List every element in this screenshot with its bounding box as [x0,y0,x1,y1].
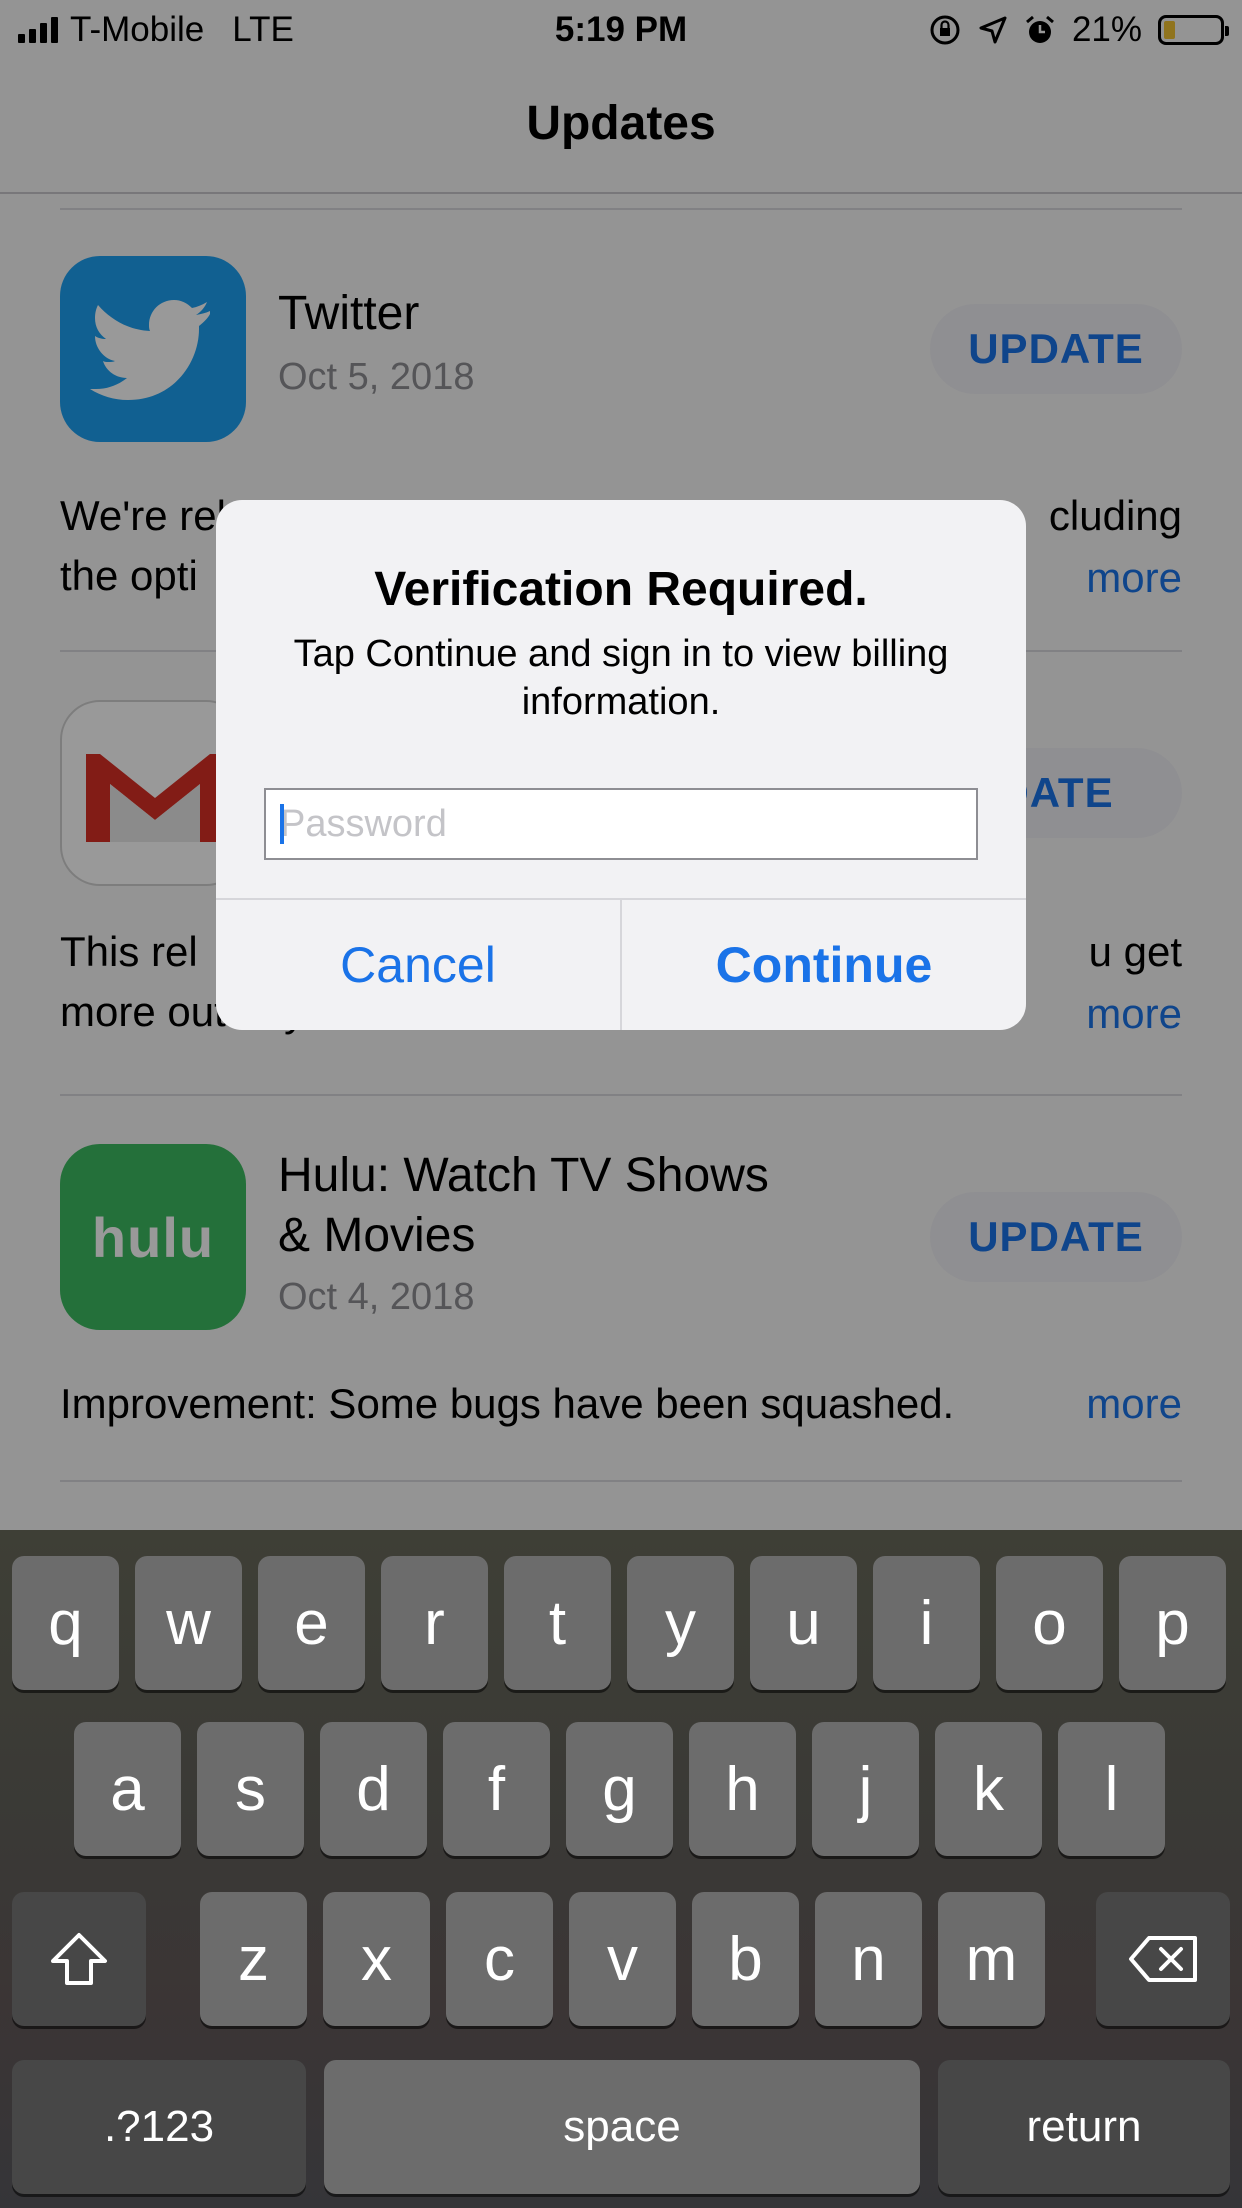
key-b[interactable]: b [692,1892,799,2026]
return-key[interactable]: return [938,2060,1230,2194]
key-q[interactable]: q [12,1556,119,1690]
key-t[interactable]: t [504,1556,611,1690]
shift-arrow-icon [51,1933,107,1985]
key-z[interactable]: z [200,1892,307,2026]
space-key[interactable]: space [324,2060,920,2194]
key-r[interactable]: r [381,1556,488,1690]
alert-title: Verification Required. [374,563,868,616]
key-j[interactable]: j [812,1722,919,1856]
numbers-key[interactable]: .?123 [12,2060,306,2194]
key-g[interactable]: g [566,1722,673,1856]
key-f[interactable]: f [443,1722,550,1856]
text-cursor [280,804,284,844]
key-o[interactable]: o [996,1556,1103,1690]
key-a[interactable]: a [74,1722,181,1856]
continue-button[interactable]: Continue [622,900,1026,1030]
key-m[interactable]: m [938,1892,1045,2026]
key-x[interactable]: x [323,1892,430,2026]
key-d[interactable]: d [320,1722,427,1856]
password-field[interactable] [264,788,978,860]
key-h[interactable]: h [689,1722,796,1856]
delete-key[interactable] [1096,1892,1230,2026]
key-i[interactable]: i [873,1556,980,1690]
key-l[interactable]: l [1058,1722,1165,1856]
key-u[interactable]: u [750,1556,857,1690]
key-p[interactable]: p [1119,1556,1226,1690]
key-y[interactable]: y [627,1556,734,1690]
keyboard: qwertyuiop asdfghjkl zxcvbnm .?123 space… [0,1530,1242,2208]
key-e[interactable]: e [258,1556,365,1690]
verification-alert: Verification Required. Tap Continue and … [216,500,1026,1030]
shift-key[interactable] [12,1892,146,2026]
key-v[interactable]: v [569,1892,676,2026]
key-s[interactable]: s [197,1722,304,1856]
key-c[interactable]: c [446,1892,553,2026]
key-k[interactable]: k [935,1722,1042,1856]
cancel-button[interactable]: Cancel [216,900,620,1030]
backspace-icon [1129,1936,1197,1982]
alert-message: Tap Continue and sign in to view billing… [293,633,949,723]
key-w[interactable]: w [135,1556,242,1690]
key-n[interactable]: n [815,1892,922,2026]
